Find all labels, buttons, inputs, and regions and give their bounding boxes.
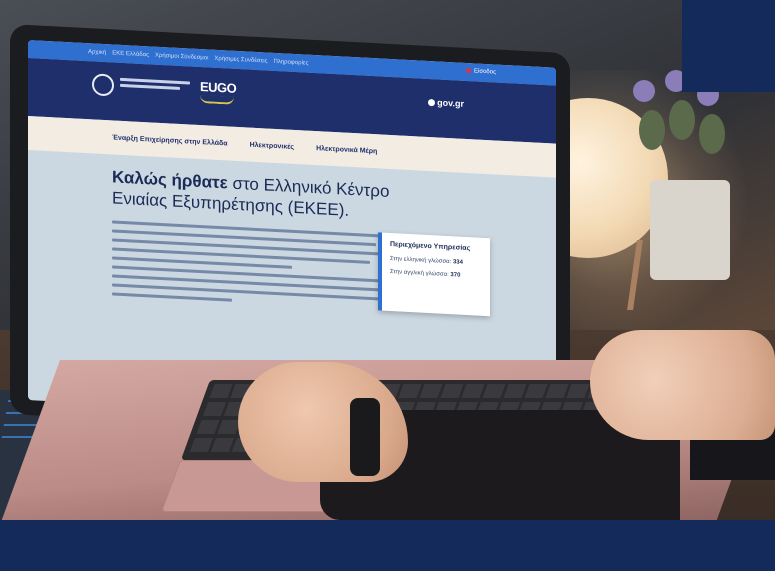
- login-label: Είσοδος: [474, 68, 496, 76]
- ministry-name: [120, 77, 190, 94]
- login-link[interactable]: Είσοδος: [466, 67, 496, 76]
- gov-gr-text: gov.gr: [437, 97, 464, 109]
- menu-item-start-business[interactable]: Έναρξη Επιχείρησης στην Ελλάδα: [112, 134, 228, 147]
- brand-footer-band: [0, 520, 775, 571]
- nav-link-home[interactable]: Αρχική: [88, 49, 106, 56]
- nav-link-info[interactable]: Πληροφορίες: [274, 59, 309, 67]
- nav-link-connections[interactable]: Χρήσιμες Συνδέσεις: [214, 56, 267, 65]
- eugo-logo[interactable]: EUGO: [200, 79, 236, 96]
- user-icon: [466, 67, 472, 74]
- service-content-card: Περιεχόμενο Υπηρεσίας Στην ελληνική γλώσ…: [378, 232, 490, 317]
- eugo-swoosh-icon: [200, 95, 234, 105]
- wristwatch: [350, 398, 380, 476]
- welcome-title: Καλώς ήρθατε στο Ελληνικό Κέντρο Ενιαίας…: [112, 166, 412, 224]
- english-count: Στην αγγλική γλώσσα: 370: [390, 268, 461, 279]
- right-hand: [590, 330, 775, 440]
- brand-corner-block: [682, 0, 775, 92]
- nav-link-ekee[interactable]: ΕΚΕ Ελλάδας: [112, 50, 149, 58]
- menu-item-electronic-points[interactable]: Ηλεκτρονικά Μέρη: [316, 145, 377, 155]
- service-content-title: Περιεχόμενο Υπηρεσίας: [390, 240, 471, 253]
- welcome-section: Καλώς ήρθατε στο Ελληνικό Κέντρο Ενιαίας…: [112, 166, 412, 317]
- gov-gr-icon: [428, 99, 436, 107]
- gov-gr-logo[interactable]: gov.gr: [428, 97, 464, 109]
- menu-item-electronic[interactable]: Ηλεκτρονικές: [250, 141, 294, 150]
- greek-count: Στην ελληνική γλώσσα: 334: [390, 255, 463, 266]
- laptop-photo: Αρχική ΕΚΕ Ελλάδας Χρήσιμοι Σύνδεσμοι Χρ…: [0, 0, 775, 520]
- nav-link-links[interactable]: Χρήσιμοι Σύνδεσμοι: [155, 53, 208, 62]
- welcome-body-text: [112, 220, 412, 311]
- hellenic-republic-seal-icon: [92, 73, 114, 97]
